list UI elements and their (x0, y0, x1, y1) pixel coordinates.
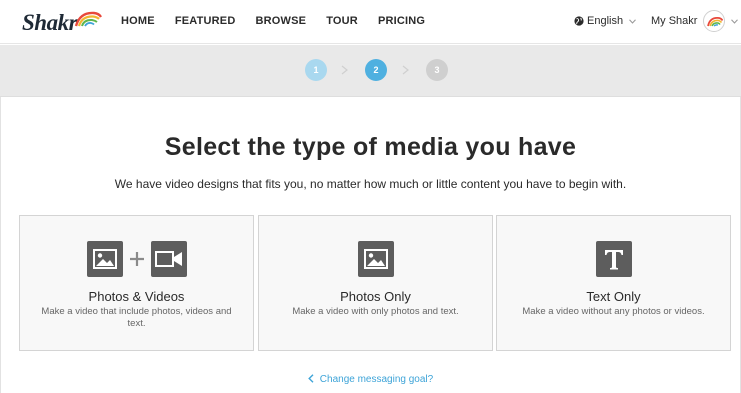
card-icon-group (20, 241, 253, 277)
account-menu[interactable]: My Shakr (651, 10, 739, 32)
card-title: Text Only (586, 289, 641, 304)
nav-pricing[interactable]: PRICING (378, 15, 425, 27)
change-messaging-goal-link[interactable]: Change messaging goal? (0, 374, 741, 385)
chevron-down-icon (731, 18, 739, 24)
language-selector[interactable]: English (574, 15, 636, 27)
plus-icon (129, 252, 144, 266)
page-title: Select the type of media you have (164, 133, 577, 161)
main-nav: HOME FEATURED BROWSE TOUR PRICING (121, 15, 445, 27)
chevron-right-icon (402, 65, 409, 75)
change-goal-label: Change messaging goal? (319, 374, 434, 385)
rainbow-avatar-icon (707, 17, 724, 27)
card-description: Make a video with only photos and text. (292, 306, 459, 317)
photo-icon (357, 241, 394, 277)
option-photos-only[interactable]: Photos Only Make a video with only photo… (258, 215, 493, 351)
avatar (703, 10, 726, 32)
logo-wordmark: Shakr (22, 10, 78, 35)
rainbow-logo-icon (74, 11, 102, 27)
globe-icon (574, 16, 584, 26)
card-icon-group (259, 241, 492, 277)
video-camera-icon (150, 241, 187, 277)
step-1[interactable]: 1 (305, 59, 327, 81)
card-title: Photos & Videos (88, 289, 185, 304)
chevron-down-icon (629, 18, 636, 24)
card-description: Make a video without any photos or video… (522, 306, 705, 317)
top-navbar: Shakr HOME FEATURED BROWSE TOUR PRICING … (0, 0, 741, 44)
step-2: 2 (365, 59, 387, 81)
chevron-right-icon (341, 65, 348, 75)
nav-tour[interactable]: TOUR (326, 15, 358, 27)
nav-browse[interactable]: BROWSE (255, 15, 306, 27)
shakr-logo[interactable]: Shakr (22, 8, 102, 38)
card-title: Photos Only (340, 289, 411, 304)
card-icon-group (497, 241, 730, 277)
photo-icon (86, 241, 123, 277)
language-label: English (587, 15, 624, 27)
card-description: Make a video that include photos, videos… (41, 306, 232, 329)
step-progress-bar: 1 2 3 (0, 45, 741, 97)
step-3: 3 (426, 59, 448, 81)
text-icon (595, 241, 632, 277)
nav-featured[interactable]: FEATURED (175, 15, 236, 27)
page-subtitle: We have video designs that fits you, no … (114, 177, 627, 191)
nav-home[interactable]: HOME (121, 15, 155, 27)
option-text-only[interactable]: Text Only Make a video without any photo… (496, 215, 731, 351)
option-photos-and-videos[interactable]: Photos & Videos Make a video that includ… (19, 215, 254, 351)
chevron-left-icon (307, 374, 314, 383)
account-label: My Shakr (651, 15, 698, 27)
